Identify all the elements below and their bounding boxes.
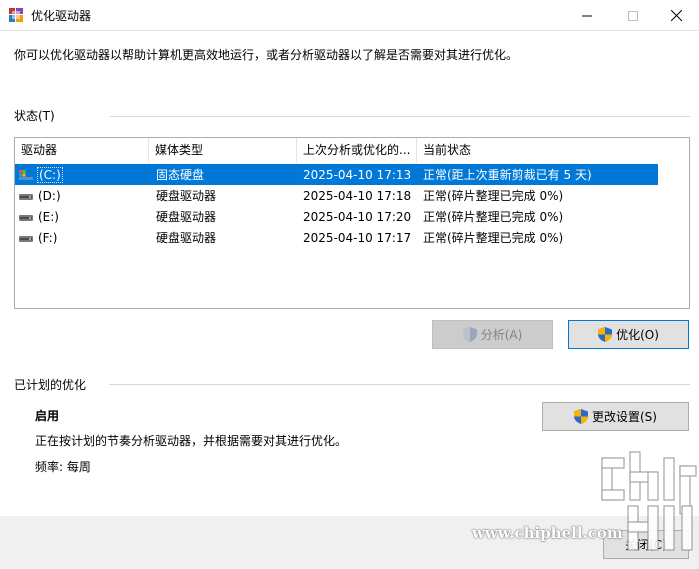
last-run: 2025-04-10 17:17 [303, 230, 412, 245]
current-state: 正常(碎片整理已完成 0%) [423, 189, 564, 203]
close-icon [670, 10, 682, 21]
title-bar: 优化驱动器 [0, 0, 699, 31]
optimize-button-label: 优化(O) [616, 328, 659, 342]
maximize-icon [628, 10, 638, 21]
media-type: 硬盘驱动器 [156, 231, 217, 245]
drive-list[interactable]: 驱动器 媒体类型 上次分析或优化的... 当前状态 (C:) 固态硬盘 2025… [14, 137, 690, 309]
system-drive-icon [19, 169, 33, 180]
hard-drive-icon [19, 235, 33, 242]
hard-drive-icon [19, 214, 33, 221]
status-label: 状态(T) [14, 109, 55, 123]
media-type: 硬盘驱动器 [156, 189, 217, 203]
change-settings-button[interactable]: 更改设置(S) [542, 402, 689, 431]
last-run: 2025-04-10 17:20 [303, 209, 412, 224]
drive-name: (C:) [37, 166, 63, 183]
uac-shield-icon [598, 327, 613, 342]
analyze-button[interactable]: 分析(A) [432, 320, 553, 349]
column-header-drive[interactable]: 驱动器 [15, 138, 149, 163]
maximize-button[interactable] [610, 0, 656, 31]
optimize-button[interactable]: 优化(O) [568, 320, 689, 349]
last-run: 2025-04-10 17:18 [303, 188, 412, 203]
current-state: 正常(碎片整理已完成 0%) [423, 231, 564, 245]
schedule-state: 启用 [35, 409, 60, 423]
scheduled-label: 已计划的优化 [14, 378, 87, 392]
uac-shield-icon [574, 409, 588, 424]
drive-name: (E:) [38, 209, 59, 224]
minimize-button[interactable] [564, 0, 610, 31]
schedule-description: 正在按计划的节奏分析驱动器，并根据需要对其进行优化。 [35, 434, 348, 448]
drive-row-e[interactable]: (E:) 硬盘驱动器 2025-04-10 17:20 正常(碎片整理已完成 0… [15, 206, 658, 227]
drive-name: (D:) [38, 188, 61, 203]
current-state: 正常(碎片整理已完成 0%) [423, 210, 564, 224]
column-header-status[interactable]: 当前状态 [417, 138, 657, 163]
status-divider [110, 116, 690, 117]
drive-row-f[interactable]: (F:) 硬盘驱动器 2025-04-10 17:17 正常(碎片整理已完成 0… [15, 227, 658, 248]
drive-row-c[interactable]: (C:) 固态硬盘 2025-04-10 17:13 正常(距上次重新剪裁已有 … [15, 164, 658, 185]
schedule-frequency: 频率: 每周 [35, 460, 91, 474]
minimize-icon [582, 15, 592, 16]
current-state: 正常(距上次重新剪裁已有 5 天) [423, 168, 592, 182]
column-header-media[interactable]: 媒体类型 [149, 138, 297, 163]
list-header: 驱动器 媒体类型 上次分析或优化的... 当前状态 [15, 138, 689, 163]
media-type: 硬盘驱动器 [156, 210, 217, 224]
window-title: 优化驱动器 [31, 9, 92, 23]
hard-drive-icon [19, 193, 33, 200]
close-window-button[interactable] [653, 0, 699, 31]
drive-name: (F:) [38, 230, 58, 245]
uac-shield-icon [462, 327, 477, 342]
watermark-text: www.chiphell.com [472, 524, 623, 542]
intro-text: 你可以优化驱动器以帮助计算机更高效地运行，或者分析驱动器以了解是否需要对其进行优… [14, 48, 519, 62]
column-header-last-run[interactable]: 上次分析或优化的... [297, 138, 417, 163]
media-type: 固态硬盘 [156, 168, 205, 182]
defrag-app-icon [9, 8, 23, 22]
last-run: 2025-04-10 17:13 [303, 167, 412, 182]
drive-row-d[interactable]: (D:) 硬盘驱动器 2025-04-10 17:18 正常(碎片整理已完成 0… [15, 185, 658, 206]
analyze-button-label: 分析(A) [480, 328, 523, 342]
scheduled-divider [109, 384, 690, 385]
change-settings-label: 更改设置(S) [592, 410, 657, 424]
